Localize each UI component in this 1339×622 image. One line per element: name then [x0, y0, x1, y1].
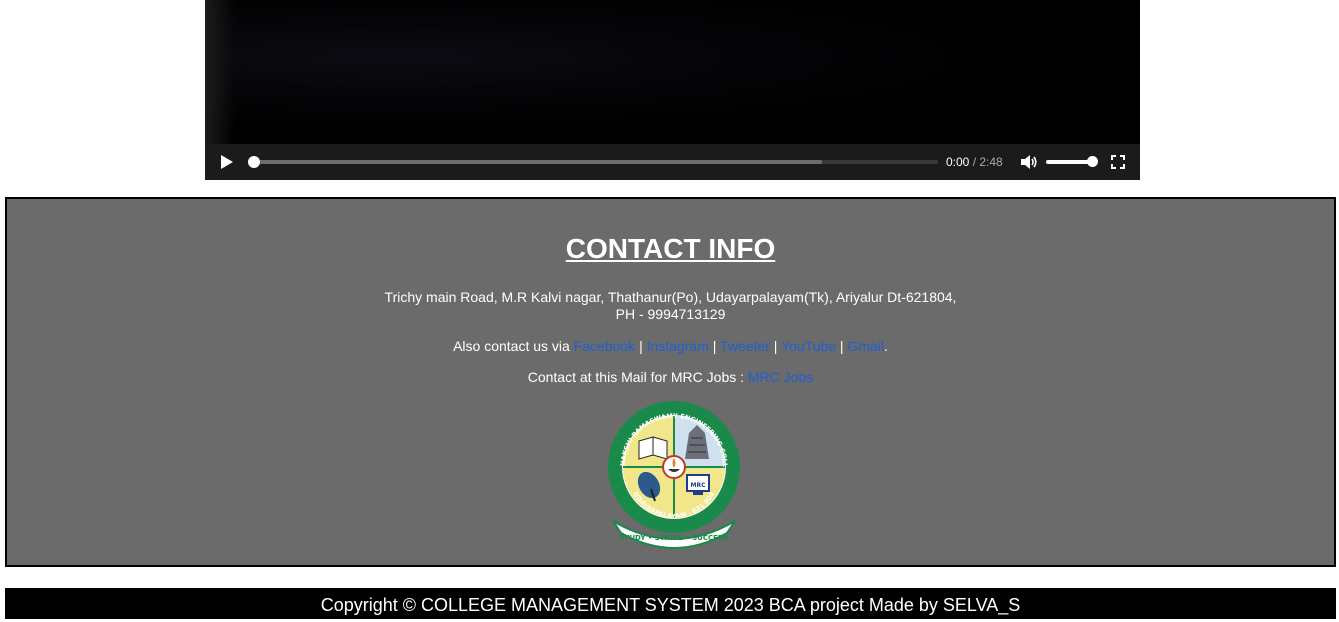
- youtube-link[interactable]: YouTube: [781, 338, 836, 354]
- link-separator: |: [836, 338, 848, 354]
- mail-prefix: Contact at this Mail for MRC Jobs :: [527, 369, 748, 385]
- video-frame[interactable]: [205, 0, 1140, 144]
- footer: Copyright © COLLEGE MANAGEMENT SYSTEM 20…: [5, 588, 1336, 619]
- contact-section: CONTACT INFO Trichy main Road, M.R Kalvi…: [5, 197, 1336, 567]
- time-display: 0:00 / 2:48: [946, 155, 1003, 169]
- volume-icon[interactable]: [1020, 154, 1038, 170]
- link-separator: |: [635, 338, 647, 354]
- video-controls: 0:00 / 2:48: [205, 144, 1140, 180]
- gmail-link[interactable]: Gmail: [847, 338, 884, 354]
- mrc-jobs-link[interactable]: MRC Jobs: [748, 369, 813, 385]
- duration: 2:48: [979, 155, 1003, 169]
- address: Trichy main Road, M.R Kalvi nagar, Thath…: [7, 289, 1334, 323]
- current-time: 0:00: [946, 155, 970, 169]
- social-links: Also contact us via Facebook | Instagram…: [7, 338, 1334, 354]
- logo-emblem-text: MRC: [691, 482, 707, 489]
- seek-handle[interactable]: [248, 156, 260, 168]
- social-prefix: Also contact us via: [453, 338, 574, 354]
- volume-handle[interactable]: [1087, 156, 1098, 167]
- video-player[interactable]: 0:00 / 2:48: [205, 0, 1140, 180]
- jobs-mail: Contact at this Mail for MRC Jobs : MRC …: [7, 369, 1334, 385]
- facebook-link[interactable]: Facebook: [574, 338, 635, 354]
- social-suffix: .: [884, 338, 888, 354]
- phone-line: PH - 9994713129: [615, 306, 726, 322]
- fullscreen-icon[interactable]: [1111, 155, 1125, 169]
- link-separator: |: [769, 338, 782, 354]
- seek-buffered: [254, 160, 822, 164]
- instagram-link[interactable]: Instagram: [647, 338, 709, 354]
- link-separator: |: [708, 338, 721, 354]
- play-icon[interactable]: [221, 155, 233, 169]
- address-line: Trichy main Road, M.R Kalvi nagar, Thath…: [384, 289, 957, 305]
- logo-motto: STUDY • STRIVE • SUCCEED: [620, 534, 729, 542]
- copyright-text: Copyright © COLLEGE MANAGEMENT SYSTEM 20…: [320, 595, 1021, 615]
- tweeter-link[interactable]: Tweeter: [720, 338, 770, 354]
- contact-heading: CONTACT INFO: [565, 233, 776, 264]
- college-logo: STUDY • STRIVE • SUCCEED MRC MEENAKSHI R…: [605, 397, 740, 549]
- time-separator: /: [969, 155, 980, 169]
- seek-bar[interactable]: [254, 160, 938, 164]
